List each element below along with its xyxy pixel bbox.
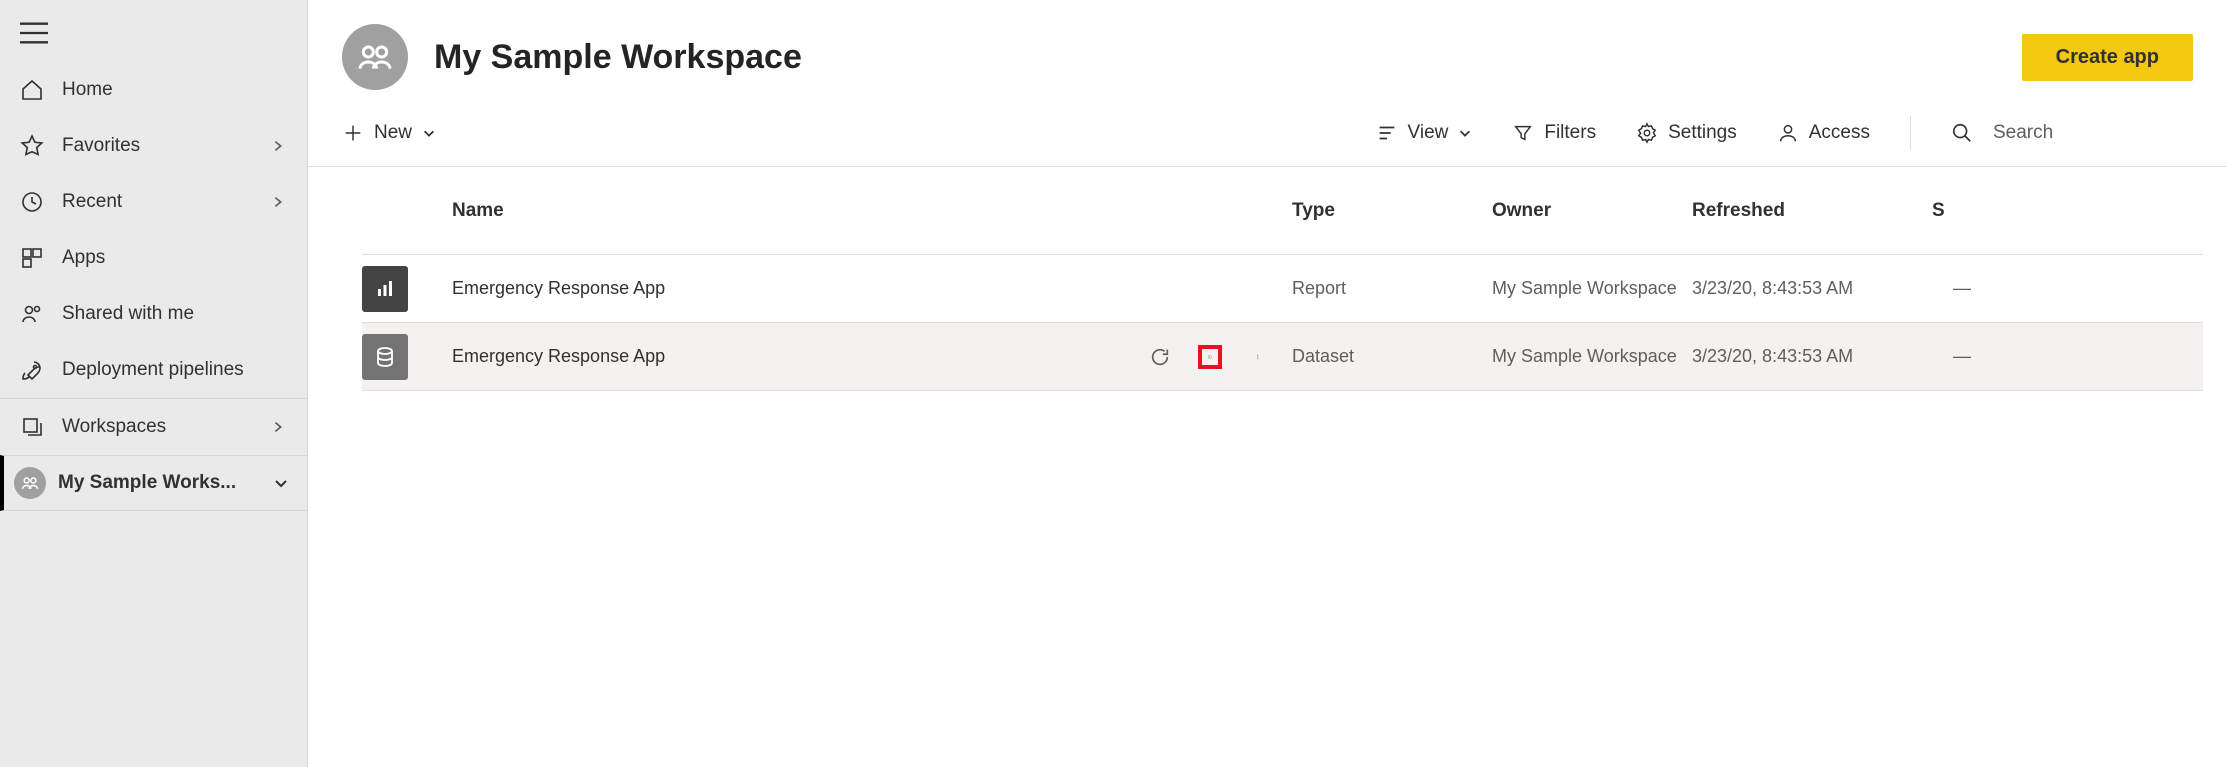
clock-icon	[20, 190, 44, 214]
nav-home[interactable]: Home	[0, 62, 307, 118]
cell-refreshed: 3/23/20, 8:43:53 AM	[1692, 346, 1932, 367]
home-icon	[20, 78, 44, 102]
nav-label: Workspaces	[62, 416, 253, 438]
settings-label: Settings	[1668, 122, 1737, 144]
nav-label: Apps	[62, 247, 287, 269]
view-button[interactable]: View	[1376, 122, 1473, 144]
page-title: My Sample Workspace	[434, 38, 1996, 77]
view-label: View	[1408, 122, 1449, 144]
chevron-down-icon	[422, 126, 436, 140]
hamburger-menu[interactable]	[0, 10, 307, 62]
search-input[interactable]	[1993, 122, 2193, 144]
search-icon	[1951, 122, 1973, 144]
people-icon	[20, 302, 44, 326]
access-button[interactable]: Access	[1777, 122, 1870, 144]
apps-icon	[20, 246, 44, 270]
dataset-icon	[362, 334, 408, 380]
current-workspace-label: My Sample Works...	[58, 472, 261, 494]
filters-label: Filters	[1544, 122, 1596, 144]
gear-icon	[1636, 122, 1658, 144]
table-row[interactable]: Emergency Response App Dataset My Sample…	[362, 323, 2203, 391]
nav-label: Recent	[62, 191, 253, 213]
col-type[interactable]: Type	[1292, 200, 1492, 222]
divider	[1910, 116, 1911, 150]
more-options-button[interactable]	[1248, 345, 1272, 369]
cell-sensitivity: —	[1932, 278, 1992, 299]
cell-owner: My Sample Workspace	[1492, 346, 1692, 367]
col-refreshed[interactable]: Refreshed	[1692, 200, 1932, 222]
col-sensitivity[interactable]: S	[1932, 200, 1992, 222]
filter-icon	[1512, 122, 1534, 144]
workspace-avatar-icon	[14, 467, 46, 499]
workspaces-icon	[20, 415, 44, 439]
schedule-refresh-button[interactable]	[1198, 345, 1222, 369]
cell-refreshed: 3/23/20, 8:43:53 AM	[1692, 278, 1932, 299]
nav-label: Favorites	[62, 135, 253, 157]
workspace-header: My Sample Workspace Create app	[308, 0, 2227, 100]
nav-shared[interactable]: Shared with me	[0, 286, 307, 342]
cell-owner: My Sample Workspace	[1492, 278, 1692, 299]
schedule-refresh-icon	[1208, 346, 1212, 368]
list-icon	[1376, 122, 1398, 144]
refresh-icon	[1149, 346, 1171, 368]
table-row[interactable]: Emergency Response App Report My Sample …	[362, 255, 2203, 323]
chevron-right-icon	[271, 195, 287, 209]
new-button[interactable]: New	[342, 122, 436, 144]
cell-type: Dataset	[1292, 346, 1492, 367]
chevron-right-icon	[271, 420, 287, 434]
filters-button[interactable]: Filters	[1512, 122, 1596, 144]
workspace-avatar-icon	[342, 24, 408, 90]
row-actions	[932, 345, 1292, 369]
nav-recent[interactable]: Recent	[0, 174, 307, 230]
toolbar: New View Filters Settings Access	[308, 100, 2227, 167]
current-workspace[interactable]: My Sample Works...	[0, 455, 307, 511]
search-box[interactable]	[1951, 122, 2193, 144]
more-vertical-icon	[1257, 346, 1263, 368]
main: My Sample Workspace Create app New View …	[308, 0, 2227, 767]
nav-apps[interactable]: Apps	[0, 230, 307, 286]
settings-button[interactable]: Settings	[1636, 122, 1737, 144]
chevron-right-icon	[271, 139, 287, 153]
refresh-now-button[interactable]	[1148, 345, 1172, 369]
nav-deployment[interactable]: Deployment pipelines	[0, 342, 307, 398]
rocket-icon	[20, 358, 44, 382]
report-icon	[362, 266, 408, 312]
create-app-button[interactable]: Create app	[2022, 34, 2193, 81]
nav-favorites[interactable]: Favorites	[0, 118, 307, 174]
table-header: Name Type Owner Refreshed S	[362, 167, 2203, 255]
cell-type: Report	[1292, 278, 1492, 299]
cell-sensitivity: —	[1932, 346, 1992, 367]
nav-label: Home	[62, 79, 287, 101]
hamburger-icon	[20, 22, 48, 44]
cell-name: Emergency Response App	[452, 278, 932, 299]
new-label: New	[374, 122, 412, 144]
col-owner[interactable]: Owner	[1492, 200, 1692, 222]
nav-workspaces[interactable]: Workspaces	[0, 399, 307, 455]
sidebar: Home Favorites Recent Apps Shared with m…	[0, 0, 308, 767]
star-icon	[20, 134, 44, 158]
access-label: Access	[1809, 122, 1870, 144]
nav-label: Deployment pipelines	[62, 359, 287, 381]
chevron-down-icon	[1458, 126, 1472, 140]
nav-label: Shared with me	[62, 303, 287, 325]
person-icon	[1777, 122, 1799, 144]
chevron-down-icon	[273, 475, 289, 491]
cell-name: Emergency Response App	[452, 346, 932, 367]
plus-icon	[342, 122, 364, 144]
content-table: Name Type Owner Refreshed S Emergency Re…	[308, 167, 2227, 391]
col-name[interactable]: Name	[452, 200, 1292, 222]
